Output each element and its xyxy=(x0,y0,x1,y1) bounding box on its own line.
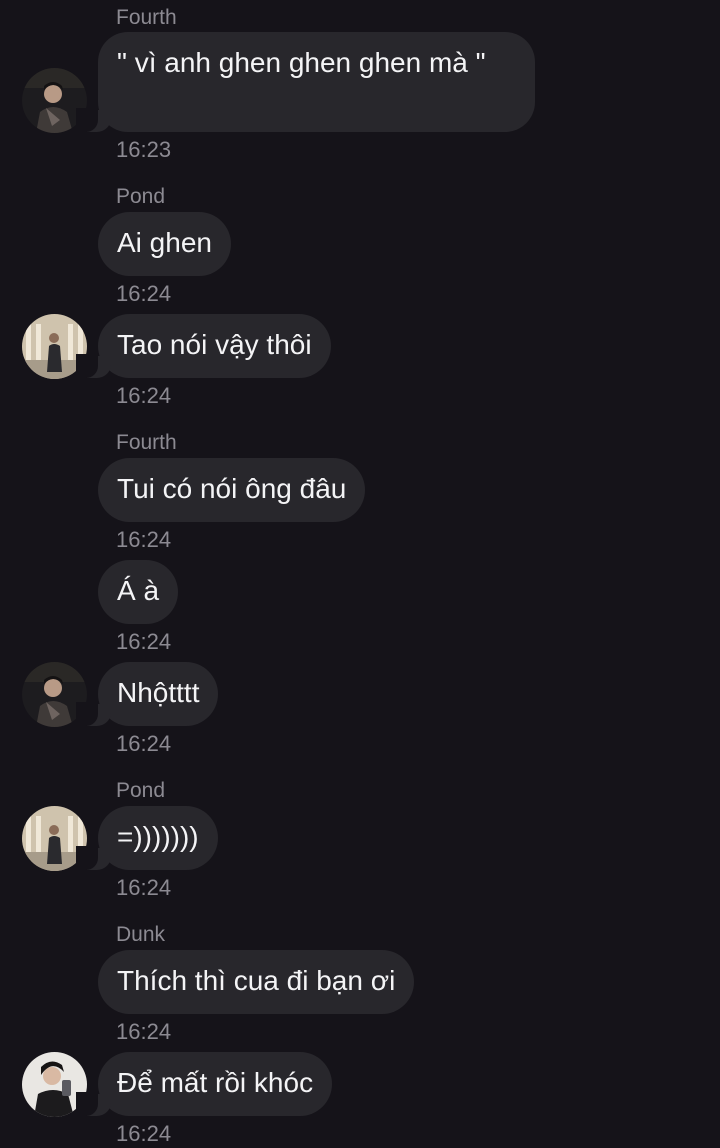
sender-name: Fourth xyxy=(116,431,177,454)
message-bubble[interactable]: Tui có nói ông đâu xyxy=(98,458,366,522)
message-time: 16:24 xyxy=(116,527,172,552)
message-bubble[interactable]: Nhộtttt xyxy=(75,662,219,726)
message-time: 16:24 xyxy=(116,875,172,900)
sender-name: Pond xyxy=(116,185,166,208)
message-bubble[interactable]: Ai ghen xyxy=(98,212,231,276)
chat-thread: Fourth " vì anh ghen ghen ghen mà " 16:2… xyxy=(0,0,720,1148)
sender-name: Pond xyxy=(116,779,166,802)
message-bubble[interactable]: Á à xyxy=(98,560,179,624)
message-time: 16:24 xyxy=(116,731,172,756)
sender-name: Dunk xyxy=(116,923,166,946)
message-time: 16:24 xyxy=(116,1121,172,1146)
message-time: 16:24 xyxy=(116,383,172,408)
message-time: 16:23 xyxy=(116,137,172,162)
message-time: 16:24 xyxy=(116,281,172,306)
message-time: 16:24 xyxy=(116,1019,172,1044)
message-bubble[interactable]: =))))))) xyxy=(76,806,218,870)
message-bubble[interactable]: Tao nói vậy thôi xyxy=(76,314,331,378)
message-bubble[interactable]: Thích thì cua đi bạn ơi xyxy=(98,950,415,1014)
message-bubble[interactable]: Để mất rồi khóc xyxy=(75,1052,333,1116)
sender-name: Fourth xyxy=(116,6,177,29)
message-bubble[interactable]: " vì anh ghen ghen ghen mà " xyxy=(76,32,535,132)
message-time: 16:24 xyxy=(116,629,172,654)
